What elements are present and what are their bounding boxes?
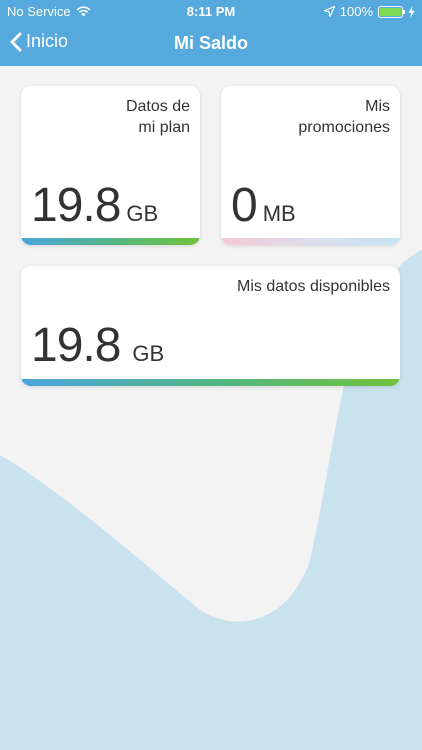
- promotions-value-unit: MB: [262, 201, 296, 226]
- battery-percent: 100%: [339, 4, 373, 19]
- nav-bar: Inicio Mi Saldo: [0, 22, 422, 66]
- battery-fill: [380, 7, 401, 16]
- page-title: Mi Saldo: [173, 33, 248, 53]
- charging-bolt-icon: [408, 5, 415, 18]
- plan-card-label: Datos de mi plan: [125, 98, 190, 136]
- available-data-card[interactable]: Mis datos disponibles 19.8 GB: [21, 266, 400, 386]
- available-card-label: Mis datos disponibles: [237, 278, 390, 295]
- plan-card-value: 19.8 GB: [31, 182, 158, 230]
- plan-value-unit: GB: [126, 201, 159, 226]
- promotions-card-bar: [221, 238, 400, 245]
- battery-icon: [378, 5, 405, 18]
- plan-card-bar: [21, 238, 200, 245]
- plan-value-number: 19.8: [31, 179, 121, 232]
- plan-data-card[interactable]: Datos de mi plan 19.8 GB: [21, 86, 200, 245]
- promotions-card[interactable]: Mis promociones 0 MB: [221, 86, 400, 245]
- promotions-card-value: 0 MB: [231, 182, 296, 230]
- available-card-value: 19.8 GB: [31, 322, 164, 370]
- app-header: No Service 8:11 PM 100% Inicio Mi Saldo: [0, 0, 422, 66]
- location-arrow-icon: [323, 6, 335, 17]
- status-right: 100%: [323, 4, 415, 19]
- promotions-card-label: Mis promociones: [298, 98, 390, 136]
- status-bar: No Service 8:11 PM 100%: [0, 0, 422, 22]
- promotions-value-number: 0: [231, 179, 258, 232]
- available-card-bar: [21, 379, 400, 386]
- available-value-unit: GB: [132, 341, 165, 366]
- available-value-number: 19.8: [31, 319, 121, 372]
